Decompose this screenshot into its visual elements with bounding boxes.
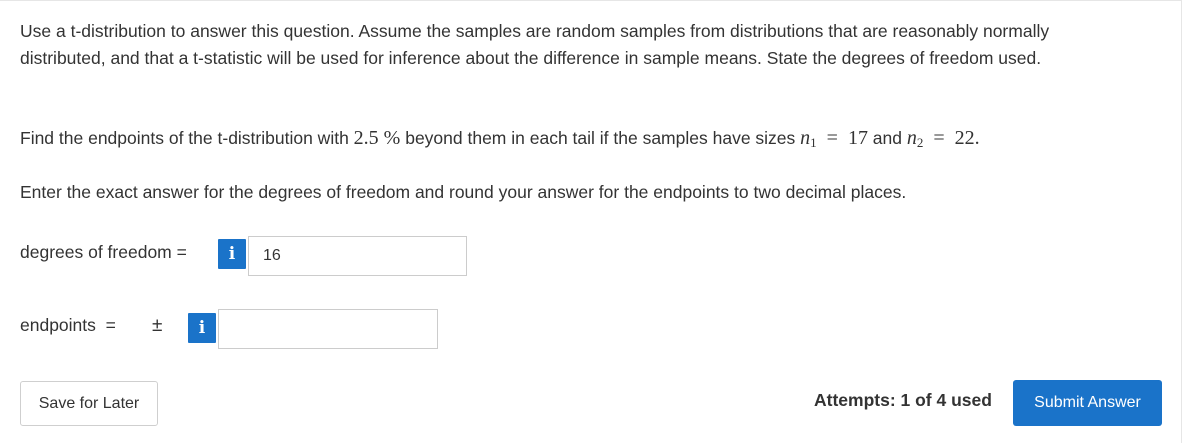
endpoints-label: endpoints = xyxy=(20,315,116,335)
question-find-statement: Find the endpoints of the t-distribution… xyxy=(20,125,1160,156)
and-word: and xyxy=(867,128,907,148)
question-intro: Use a t-distribution to answer this ques… xyxy=(20,21,1050,68)
percent-value: 2.5 % xyxy=(353,127,401,149)
question-card: Use a t-distribution to answer this ques… xyxy=(0,0,1182,443)
endpoints-input[interactable] xyxy=(218,309,438,349)
info-icon[interactable]: i xyxy=(218,239,246,269)
n1-expression: n1 = 17 xyxy=(800,127,868,150)
save-for-later-button[interactable]: Save for Later xyxy=(20,381,158,426)
n2-expression: n2 = 22. xyxy=(906,127,980,150)
degrees-of-freedom-input[interactable] xyxy=(248,236,467,276)
question-instructions: Enter the exact answer for the degrees o… xyxy=(20,182,907,202)
find-prefix: Find the endpoints of the t-distribution… xyxy=(20,128,354,148)
info-icon[interactable]: i xyxy=(188,313,216,343)
submit-answer-button[interactable]: Submit Answer xyxy=(1013,380,1162,426)
degrees-of-freedom-label: degrees of freedom = xyxy=(20,242,187,262)
find-middle: beyond them in each tail if the samples … xyxy=(400,128,801,148)
attempts-counter: Attempts: 1 of 4 used xyxy=(814,390,992,410)
plus-minus-symbol: ± xyxy=(152,315,163,336)
